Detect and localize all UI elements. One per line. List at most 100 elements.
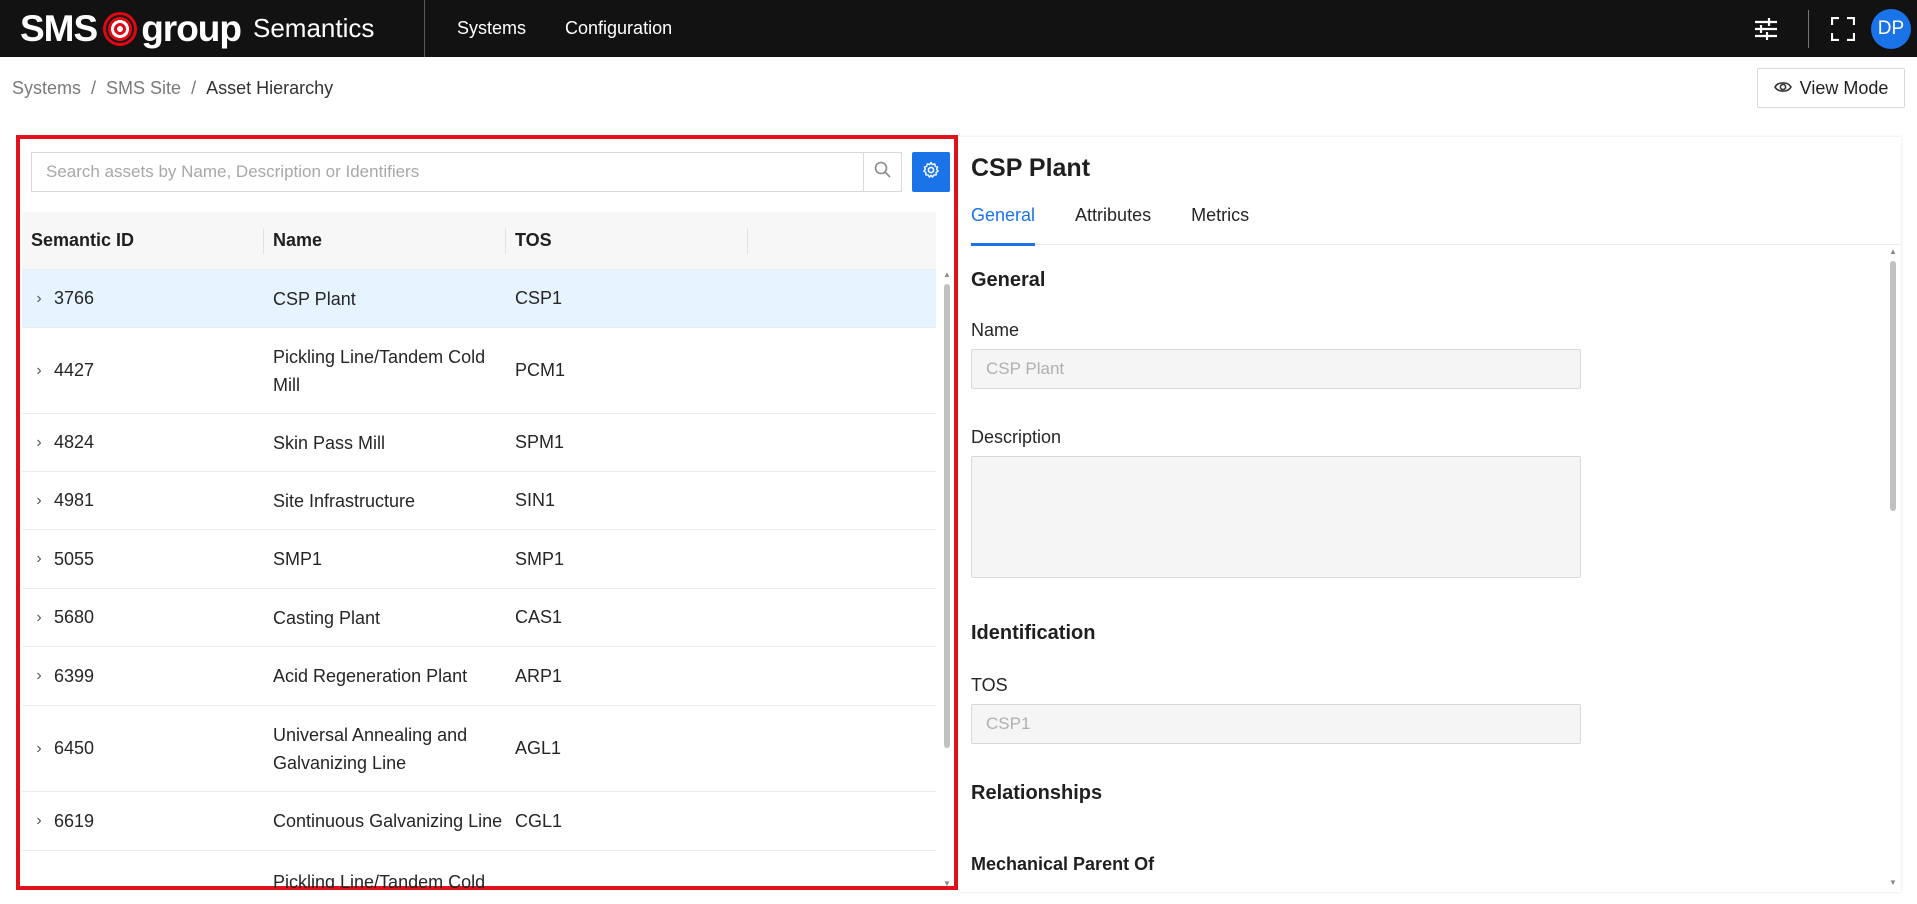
detail-tabs: General Attributes Metrics: [971, 205, 1901, 246]
asset-tos: SIN1: [515, 490, 556, 510]
column-header-semantic-id[interactable]: Semantic ID: [22, 212, 264, 270]
semantic-id-cell: › 6399: [22, 666, 264, 687]
detail-title: CSP Plant: [971, 154, 1091, 182]
expand-chevron-icon[interactable]: ›: [32, 550, 46, 568]
asset-name: Pickling Line/Tandem Cold: [273, 872, 486, 888]
search-input[interactable]: [31, 152, 863, 192]
fullscreen-icon[interactable]: [1823, 9, 1863, 49]
scroll-down-arrow-icon[interactable]: ▼: [1889, 878, 1897, 887]
table-row[interactable]: › 3766 CSP Plant CSP1: [22, 270, 936, 328]
scroll-up-arrow-icon[interactable]: ▲: [1889, 247, 1897, 256]
main-nav: Systems Configuration: [457, 18, 672, 39]
section-relationships-title: Relationships: [971, 782, 1103, 804]
asset-name: Continuous Galvanizing Line: [273, 811, 503, 831]
table-row[interactable]: › 4981 Site Infrastructure SIN1: [22, 472, 936, 530]
table-row[interactable]: › 6450 Universal Annealing and Galvanizin…: [22, 706, 936, 792]
view-mode-button[interactable]: View Mode: [1757, 68, 1905, 108]
search-bar: [31, 152, 950, 192]
tab-attributes[interactable]: Attributes: [1075, 205, 1151, 245]
asset-name: Site Infrastructure: [273, 490, 416, 511]
detail-form: General Name CSP Plant Description Ident…: [971, 245, 1886, 890]
scrollbar-thumb[interactable]: [944, 284, 950, 748]
expand-chevron-icon[interactable]: ›: [32, 492, 46, 510]
asset-name: Acid Regeneration Plant: [273, 666, 468, 686]
breadcrumb-systems[interactable]: Systems: [12, 78, 81, 99]
table-row[interactable]: › 5055 SMP1 SMP1: [22, 530, 936, 589]
name-label: Name: [971, 320, 1020, 340]
asset-name: Skin Pass Mill: [273, 432, 386, 453]
column-header-name[interactable]: Name: [264, 212, 506, 270]
section-general-title: General: [971, 269, 1046, 291]
topbar-actions: DP: [1746, 0, 1917, 57]
asset-name: CSP Plant: [273, 288, 356, 309]
asset-tos: AGL1: [515, 738, 562, 758]
semantic-id: 3766: [54, 288, 95, 308]
tab-general[interactable]: General: [971, 205, 1036, 246]
nav-configuration[interactable]: Configuration: [565, 18, 672, 39]
nav-systems[interactable]: Systems: [457, 18, 526, 39]
logo-group-text: group: [141, 7, 242, 49]
asset-name: Casting Plant: [273, 607, 381, 628]
app-logo[interactable]: SMS group Semantics: [0, 0, 425, 57]
expand-chevron-icon[interactable]: ›: [32, 434, 46, 452]
sliders-icon[interactable]: [1746, 9, 1786, 49]
breadcrumb-asset-hierarchy: Asset Hierarchy: [206, 78, 334, 98]
breadcrumb-sms-site[interactable]: SMS Site: [106, 78, 181, 99]
table-scrollbar[interactable]: ▲ ▼: [941, 270, 953, 888]
column-header-empty: [748, 212, 936, 270]
table-row[interactable]: › 4427 Pickling Line/Tandem Cold Mill PCM…: [22, 328, 936, 414]
table-header: Semantic ID Name TOS: [22, 212, 936, 270]
column-header-tos[interactable]: TOS: [506, 212, 748, 270]
eye-icon: [1773, 78, 1792, 99]
user-avatar[interactable]: DP: [1871, 8, 1911, 49]
semantic-id: 4824: [54, 432, 95, 452]
detail-scrollbar[interactable]: ▲ ▼: [1888, 247, 1898, 887]
name-field[interactable]: CSP Plant: [971, 349, 1581, 389]
breadcrumb-separator: /: [91, 78, 97, 98]
semantic-id-cell: › 5055: [22, 549, 264, 570]
semantic-id-cell: › 4981: [22, 490, 264, 511]
description-field[interactable]: [971, 456, 1581, 578]
search-button[interactable]: [863, 152, 902, 192]
scrollbar-thumb[interactable]: [1890, 261, 1896, 511]
asset-name: Universal Annealing and Galvanizing Line: [273, 724, 468, 773]
asset-tos: ARP1: [515, 665, 563, 686]
table-row[interactable]: › 5680 Casting Plant CAS1: [22, 589, 936, 647]
table-row[interactable]: Pickling Line/Tandem Cold: [22, 851, 936, 888]
semantic-id-cell: › 3766: [22, 288, 264, 309]
scroll-down-arrow-icon[interactable]: ▼: [943, 879, 951, 888]
semantic-id: 6619: [54, 810, 95, 831]
table-row[interactable]: › 6619 Continuous Galvanizing Line CGL1: [22, 792, 936, 851]
semantic-id: 4981: [54, 490, 95, 510]
expand-chevron-icon[interactable]: ›: [32, 362, 46, 380]
semantic-id-cell: › 6450: [22, 738, 264, 759]
scroll-up-arrow-icon[interactable]: ▲: [943, 270, 951, 279]
expand-chevron-icon[interactable]: ›: [32, 812, 46, 830]
settings-button[interactable]: [912, 152, 950, 192]
asset-table-body: › 3766 CSP Plant CSP1 › 4427 Pickling Line…: [22, 270, 936, 888]
tab-metrics[interactable]: Metrics: [1191, 205, 1249, 245]
asset-tos: CAS1: [515, 607, 563, 627]
gear-icon: [922, 161, 940, 184]
expand-chevron-icon[interactable]: ›: [32, 667, 46, 685]
breadcrumb-separator: /: [191, 78, 197, 98]
description-label: Description: [971, 427, 1062, 447]
expand-chevron-icon[interactable]: ›: [32, 609, 46, 627]
top-navigation-bar: SMS group Semantics Systems Configuratio…: [0, 0, 1917, 57]
mechanical-parent-of-title: Mechanical Parent Of: [971, 854, 1155, 874]
table-row[interactable]: › 6399 Acid Regeneration Plant ARP1: [22, 647, 936, 706]
expand-chevron-icon[interactable]: ›: [32, 290, 46, 308]
tos-label: TOS: [971, 675, 1008, 695]
tos-field[interactable]: CSP1: [971, 704, 1581, 744]
breadcrumb: Systems / SMS Site / Asset Hierarchy: [12, 78, 333, 99]
semantic-id: 6399: [54, 665, 95, 686]
semantic-id-cell: › 4824: [22, 432, 264, 453]
asset-name: Pickling Line/Tandem Cold Mill: [273, 346, 486, 395]
expand-chevron-icon[interactable]: ›: [32, 740, 46, 758]
logo-ring-icon: [103, 11, 138, 46]
product-name: Semantics: [253, 13, 375, 43]
topbar-divider: [1808, 9, 1809, 48]
semantic-id-cell: › 5680: [22, 607, 264, 628]
table-row[interactable]: › 4824 Skin Pass Mill SPM1: [22, 414, 936, 472]
semantic-id: 4427: [54, 360, 95, 380]
